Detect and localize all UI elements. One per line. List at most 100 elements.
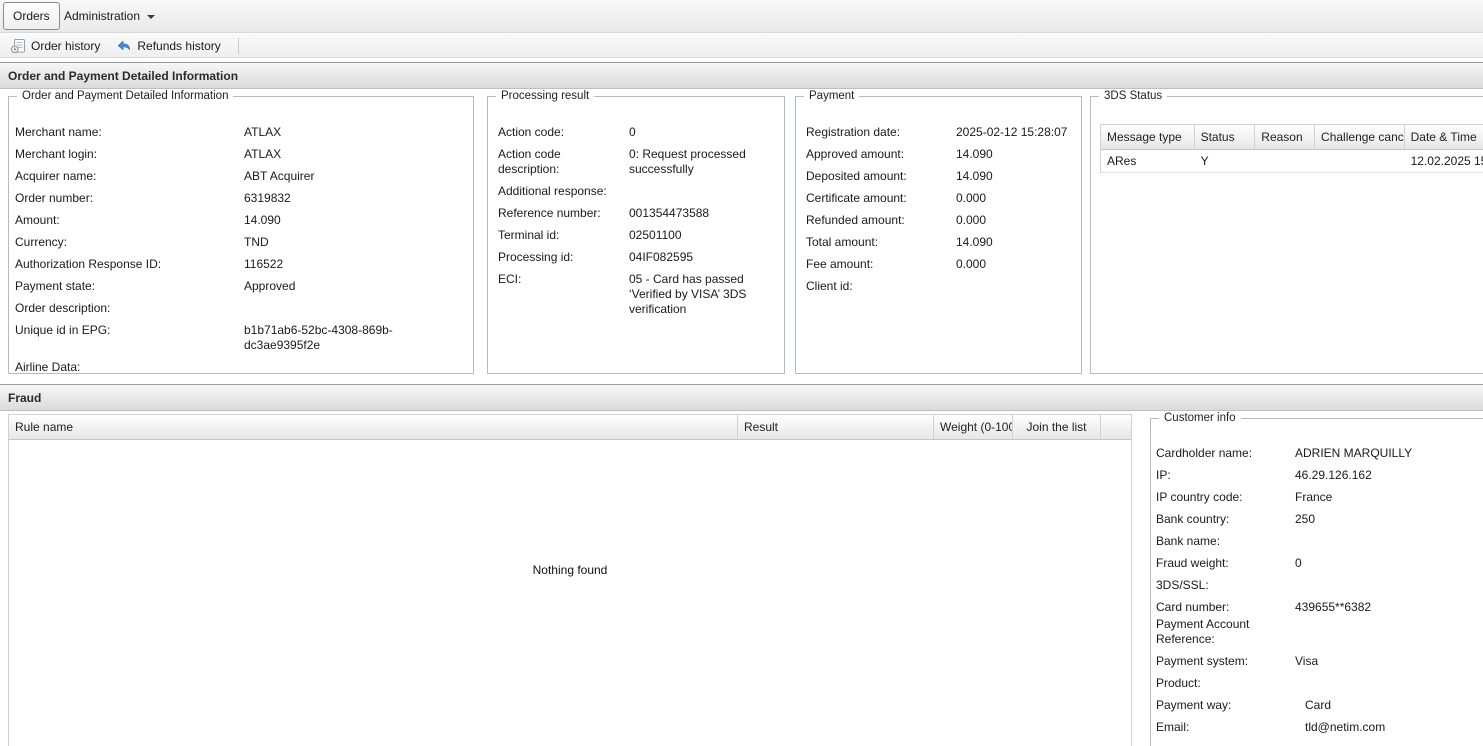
cell-reason <box>1255 150 1315 172</box>
field-total-amount: Total amount: 14.090 <box>806 235 1073 250</box>
field-label: Action code: <box>498 125 565 139</box>
field-label: Client id: <box>806 279 853 293</box>
tab-orders[interactable]: Orders <box>3 2 60 30</box>
field-label: 3DS/SSL: <box>1156 578 1209 592</box>
field-label: Acquirer name: <box>15 169 97 183</box>
field-label: Bank country: <box>1156 512 1230 526</box>
field-label: Fee amount: <box>806 257 874 271</box>
panel-customer-info: Customer info Cardholder name: ADRIEN MA… <box>1150 411 1483 746</box>
field-value: France <box>1295 490 1333 504</box>
toolbar-separator <box>237 37 239 54</box>
refunds-history-icon <box>116 38 132 54</box>
field-approved-amount: Approved amount: 14.090 <box>806 147 1073 162</box>
panel-customer-info-legend: Customer info <box>1159 411 1241 425</box>
field-order-number: Order number: 6319832 <box>15 191 465 206</box>
panel-order-details: Order and Payment Detailed Information M… <box>8 89 474 375</box>
column-header-spacer <box>1101 415 1131 439</box>
panel-payment-legend: Payment <box>804 89 860 103</box>
field-email: Email: tld@netim.com <box>1156 720 1483 735</box>
panel-order-details-legend: Order and Payment Detailed Information <box>17 89 234 103</box>
field-client-id: Client id: <box>806 279 1073 294</box>
field-label: Product: <box>1156 676 1201 690</box>
panel-3ds-status: 3DS Status Message type Status Reason Ch… <box>1090 89 1483 374</box>
column-header-join-the-list[interactable]: Join the list <box>1013 415 1101 439</box>
field-terminal-id: Terminal id: 02501100 <box>498 228 776 243</box>
field-label: Action code description: <box>498 147 561 176</box>
field-value: 116522 <box>244 257 284 271</box>
order-history-button[interactable]: Order history <box>5 36 105 56</box>
field-value: 04IF082595 <box>629 250 694 264</box>
column-header-challenge-cancel[interactable]: Challenge cancel <box>1315 125 1405 149</box>
field-value: Approved <box>244 279 296 293</box>
field-label: Fraud weight: <box>1156 556 1229 570</box>
field-label: Payment system: <box>1156 654 1249 668</box>
field-label: Amount: <box>15 213 60 227</box>
field-certificate-amount: Certificate amount: 0.000 <box>806 191 1073 206</box>
field-value: 0 <box>629 125 636 139</box>
column-header-reason[interactable]: Reason <box>1255 125 1316 149</box>
field-fee-amount: Fee amount: 0.000 <box>806 257 1073 272</box>
field-label: Bank name: <box>1156 534 1221 548</box>
field-bank-name: Bank name: <box>1156 534 1483 549</box>
field-registration-date: Registration date: 2025-02-12 15:28:07 <box>806 125 1073 140</box>
column-header-result[interactable]: Result <box>738 415 934 439</box>
field-label: Deposited amount: <box>806 169 907 183</box>
field-value: 14.090 <box>244 213 281 227</box>
field-order-description: Order description: <box>15 301 465 316</box>
field-ip: IP: 46.29.126.162 <box>1156 468 1483 483</box>
refunds-history-label: Refunds history <box>137 38 221 53</box>
column-header-status[interactable]: Status <box>1195 125 1256 149</box>
field-value <box>244 301 465 316</box>
section-header-order-payment-label: Order and Payment Detailed Information <box>8 68 239 83</box>
field-label: Currency: <box>15 235 68 249</box>
field-label: Order description: <box>15 301 111 315</box>
field-label: Terminal id: <box>498 228 560 242</box>
column-header-date-time[interactable]: Date & Time <box>1405 125 1483 149</box>
field-authorization-response-id: Authorization Response ID: 116522 <box>15 257 465 272</box>
field-label: Approved amount: <box>806 147 905 161</box>
field-value: 0.000 <box>956 213 987 227</box>
panel-3ds-status-legend: 3DS Status <box>1099 89 1168 103</box>
field-value: 250 <box>1295 512 1316 526</box>
field-3ds-ssl: 3DS/SSL: <box>1156 578 1483 593</box>
field-value: 14.090 <box>956 169 993 183</box>
section-header-order-payment: Order and Payment Detailed Information <box>0 62 1483 89</box>
field-label: Order number: <box>15 191 94 205</box>
field-label: Authorization Response ID: <box>15 257 162 271</box>
menu-administration[interactable]: Administration <box>56 2 163 30</box>
panel-processing-result-legend: Processing result <box>496 89 595 103</box>
column-header-message-type[interactable]: Message type <box>1101 125 1195 149</box>
field-label: Certificate amount: <box>806 191 907 205</box>
order-details-page: Orders Administration Order history Refu… <box>0 0 1483 746</box>
field-value <box>629 184 776 199</box>
field-label: Cardholder name: <box>1156 446 1253 460</box>
section-header-fraud-label: Fraud <box>8 390 42 405</box>
field-value: 0.000 <box>956 257 987 271</box>
field-payment-account-reference: Payment Account Reference: <box>1156 617 1483 647</box>
field-payment-state: Payment state: Approved <box>15 279 465 294</box>
field-card-number: Card number: 439655**6382 <box>1156 600 1483 615</box>
field-acquirer-name: Acquirer name: ABT Acquirer <box>15 169 465 184</box>
field-value: 0.000 <box>956 191 987 205</box>
field-value: ATLAX <box>244 147 282 161</box>
field-ip-country-code: IP country code: France <box>1156 490 1483 505</box>
column-header-rule-name[interactable]: Rule name <box>9 415 738 439</box>
field-label: Merchant name: <box>15 125 102 139</box>
field-product: Product: <box>1156 676 1483 691</box>
field-additional-response: Additional response: <box>498 184 776 199</box>
field-label: Additional response: <box>498 184 607 198</box>
threeds-grid-row: ARes Y 12.02.2025 15 <box>1101 150 1483 173</box>
field-fraud-weight: Fraud weight: 0 <box>1156 556 1483 571</box>
field-value: 0 <box>1295 556 1302 570</box>
field-value: ATLAX <box>244 125 282 139</box>
field-reference-number: Reference number: 001354473588 <box>498 206 776 221</box>
field-label: Processing id: <box>498 250 574 264</box>
field-label: Merchant login: <box>15 147 98 161</box>
field-action-code-description: Action code description: 0: Request proc… <box>498 147 776 177</box>
cell-status: Y <box>1200 154 1209 168</box>
refunds-history-button[interactable]: Refunds history <box>111 36 225 56</box>
column-header-weight[interactable]: Weight (0-100) <box>934 415 1013 439</box>
field-value: 6319832 <box>244 191 291 205</box>
field-value <box>244 360 465 375</box>
field-label: Payment Account Reference: <box>1156 617 1250 646</box>
